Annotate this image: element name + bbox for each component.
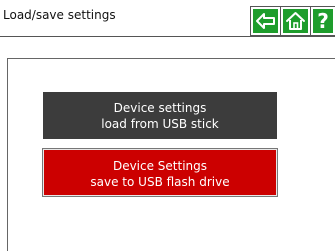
arrow-left-icon [256,13,275,29]
header-divider [0,36,335,37]
home-icon [286,12,305,30]
save-button-title: Device Settings [112,159,208,173]
load-button-title: Device settings [113,101,207,115]
back-button[interactable] [250,6,281,36]
settings-screen: Load/save settings ? Device settings loa… [0,0,335,251]
load-button-subtitle: load from USB stick [101,117,219,131]
load-settings-button[interactable]: Device settings load from USB stick [43,92,277,139]
home-button[interactable] [280,6,311,36]
help-icon: ? [317,9,329,33]
save-settings-button[interactable]: Device Settings save to USB flash drive [42,148,278,197]
save-button-subtitle: save to USB flash drive [90,175,230,189]
help-button[interactable]: ? [310,6,335,36]
page-title: Load/save settings [3,8,116,22]
header-bar: Load/save settings ? [0,0,335,36]
